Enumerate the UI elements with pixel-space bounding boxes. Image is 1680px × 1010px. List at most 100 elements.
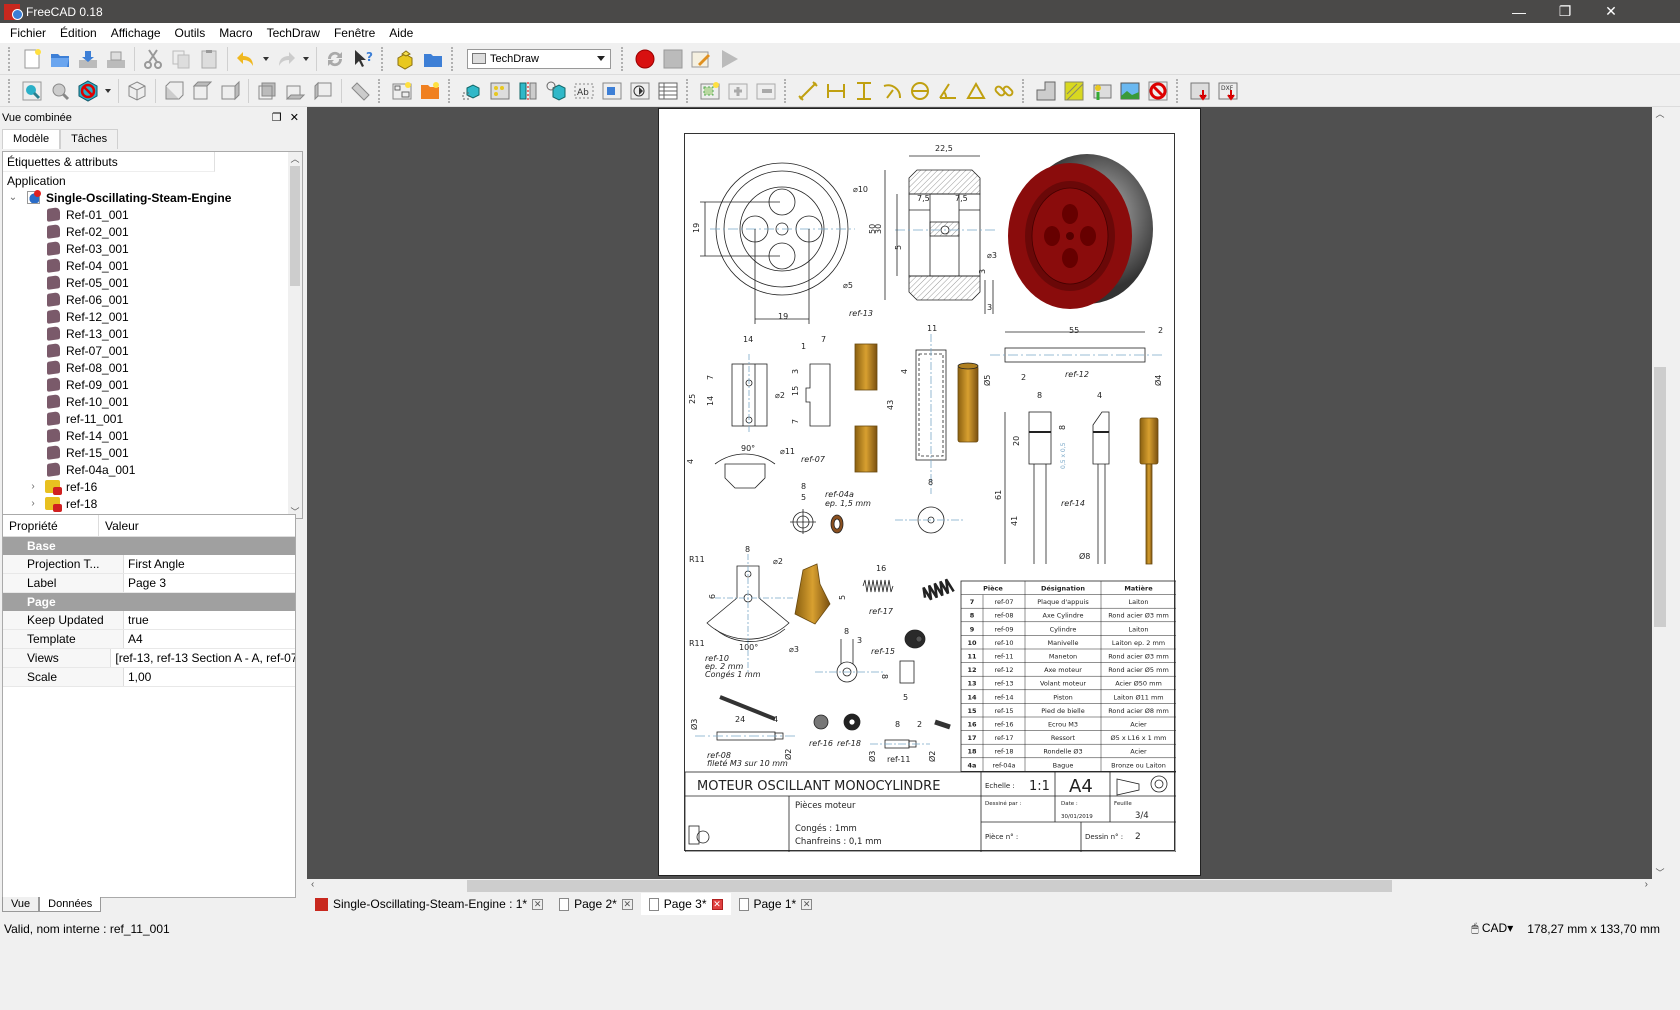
whats-this-icon[interactable]: ?: [349, 45, 377, 73]
new-document-icon[interactable]: [18, 45, 46, 73]
fit-all-icon[interactable]: [18, 77, 46, 105]
menu-outils[interactable]: Outils: [168, 26, 213, 40]
tree-item[interactable]: Ref-07_001: [3, 342, 302, 359]
expand-arrow-icon[interactable]: ›: [27, 481, 39, 492]
part-icon[interactable]: [391, 45, 419, 73]
insert-view-icon[interactable]: [458, 77, 486, 105]
radius-dimension-icon[interactable]: [878, 77, 906, 105]
new-page-icon[interactable]: [416, 77, 444, 105]
tab-modele[interactable]: Modèle: [2, 129, 61, 149]
property-row[interactable]: Template A4: [3, 630, 295, 649]
redo-dropdown-icon[interactable]: [303, 56, 309, 61]
tab-page-1[interactable]: Page 1* ✕: [731, 893, 821, 915]
hatch-icon[interactable]: [1032, 77, 1060, 105]
scroll-up-icon[interactable]: ︿: [1652, 107, 1668, 120]
annotation-icon[interactable]: Ab: [570, 77, 598, 105]
tree-scrollbar-thumb[interactable]: [290, 166, 300, 286]
close-tab-icon[interactable]: ✕: [532, 898, 544, 910]
restore-button[interactable]: ❐: [1542, 0, 1588, 23]
diameter-dimension-icon[interactable]: [906, 77, 934, 105]
property-row[interactable]: Label Page 3: [3, 574, 295, 593]
top-view-icon[interactable]: [188, 77, 216, 105]
horizontal-dimension-icon[interactable]: [822, 77, 850, 105]
geom-hatch-icon[interactable]: [1060, 77, 1088, 105]
close-tab-icon[interactable]: ✕: [621, 898, 633, 910]
tab-donnees[interactable]: Données: [39, 897, 102, 912]
tree-item[interactable]: Ref-13_001: [3, 325, 302, 342]
export-svg-icon[interactable]: [1186, 77, 1214, 105]
menu-affichage[interactable]: Affichage: [104, 26, 168, 40]
tree-item[interactable]: Ref-08_001: [3, 359, 302, 376]
toggle-frame-icon[interactable]: [1116, 77, 1144, 105]
expand-chevron-icon[interactable]: ⌄: [7, 192, 19, 203]
property-group-page[interactable]: Page: [3, 593, 295, 611]
tree-item[interactable]: Ref-05_001: [3, 274, 302, 291]
property-group-base[interactable]: Base: [3, 537, 295, 555]
tree-item[interactable]: Ref-15_001: [3, 444, 302, 461]
menu-fenetre[interactable]: Fenêtre: [327, 26, 382, 40]
tree-item[interactable]: Ref-10_001: [3, 393, 302, 410]
record-macro-icon[interactable]: [631, 45, 659, 73]
tree-item[interactable]: Ref-03_001: [3, 240, 302, 257]
menu-macro[interactable]: Macro: [212, 26, 259, 40]
tree-item[interactable]: Ref-04_001: [3, 257, 302, 274]
tab-page-3[interactable]: Page 3* ✕: [640, 893, 731, 915]
scroll-left-icon[interactable]: ‹: [311, 879, 314, 890]
tab-taches[interactable]: Tâches: [60, 129, 119, 149]
copy-icon[interactable]: [167, 45, 195, 73]
redo-icon[interactable]: [272, 45, 300, 73]
tab-vue[interactable]: Vue: [2, 897, 40, 912]
rear-view-icon[interactable]: [253, 77, 281, 105]
menu-aide[interactable]: Aide: [382, 26, 420, 40]
scroll-right-icon[interactable]: ›: [1645, 879, 1648, 890]
tree-item[interactable]: ref-11_001: [3, 410, 302, 427]
measure-icon[interactable]: [346, 77, 374, 105]
projection-group-icon[interactable]: [486, 77, 514, 105]
tree-item[interactable]: Ref-04a_001: [3, 461, 302, 478]
run-macro-icon[interactable]: [715, 45, 743, 73]
property-row[interactable]: Views [ref-13, ref-13 Section A - A, ref-…: [3, 649, 295, 668]
workbench-selector[interactable]: TechDraw: [467, 48, 611, 69]
redraw-icon[interactable]: [1144, 77, 1172, 105]
scroll-up-icon[interactable]: ︿: [288, 152, 302, 166]
tree-item[interactable]: Ref-14_001: [3, 427, 302, 444]
techdraw-page[interactable]: 22,5 7,5 7,5 ⌀10 19 50 30 5 ⌀3 ⌀5 3 3 19…: [658, 108, 1201, 876]
float-panel-icon[interactable]: ❐: [272, 111, 282, 124]
tab-page-2[interactable]: Page 2* ✕: [551, 893, 641, 915]
stop-macro-icon[interactable]: [659, 45, 687, 73]
length-dimension-icon[interactable]: [794, 77, 822, 105]
section-view-icon[interactable]: [514, 77, 542, 105]
three-point-angle-icon[interactable]: [962, 77, 990, 105]
minimize-button[interactable]: —: [1496, 0, 1542, 23]
open-icon[interactable]: [46, 45, 74, 73]
expand-arrow-icon[interactable]: ›: [27, 498, 39, 509]
menu-techdraw[interactable]: TechDraw: [260, 26, 327, 40]
tree-item[interactable]: Ref-09_001: [3, 376, 302, 393]
tree-document-node[interactable]: ⌄ Single-Oscillating-Steam-Engine: [3, 189, 302, 206]
vertical-scrollbar-thumb[interactable]: [1654, 367, 1666, 627]
horizontal-scrollbar-thumb[interactable]: [467, 880, 1392, 892]
tree-group-item[interactable]: › ref-18: [3, 495, 302, 512]
bottom-view-icon[interactable]: [281, 77, 309, 105]
group-icon[interactable]: [419, 45, 447, 73]
menu-edition[interactable]: Édition: [53, 26, 104, 40]
tree-item[interactable]: Ref-12_001: [3, 308, 302, 325]
property-row[interactable]: Keep Updated true: [3, 611, 295, 630]
left-view-icon[interactable]: [309, 77, 337, 105]
clip-remove-icon[interactable]: [752, 77, 780, 105]
property-row[interactable]: Projection T... First Angle: [3, 555, 295, 574]
spreadsheet-view-icon[interactable]: [654, 77, 682, 105]
cut-icon[interactable]: [139, 45, 167, 73]
menu-fichier[interactable]: Fichier: [3, 26, 53, 40]
save-icon[interactable]: [74, 45, 102, 73]
page-vertical-scrollbar[interactable]: ︿ ﹀: [1652, 107, 1668, 879]
angle-dimension-icon[interactable]: [934, 77, 962, 105]
tree-item[interactable]: Ref-02_001: [3, 223, 302, 240]
tree-item[interactable]: Ref-06_001: [3, 291, 302, 308]
page-horizontal-scrollbar[interactable]: ‹ ›: [307, 879, 1652, 893]
undo-dropdown-icon[interactable]: [263, 56, 269, 61]
vertical-dimension-icon[interactable]: [850, 77, 878, 105]
refresh-icon[interactable]: [321, 45, 349, 73]
tree-group-item[interactable]: › ref-16: [3, 478, 302, 495]
fit-selection-icon[interactable]: [46, 77, 74, 105]
